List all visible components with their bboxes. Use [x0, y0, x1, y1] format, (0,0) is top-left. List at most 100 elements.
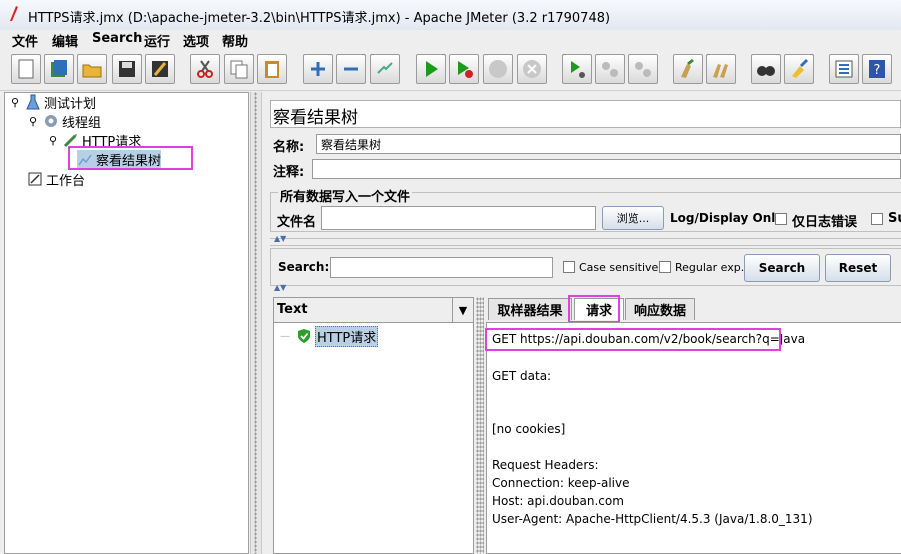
highlight-box-tree	[68, 146, 193, 170]
name-label: 名称:	[273, 140, 305, 155]
jmeter-logo-icon	[10, 6, 18, 21]
workbench-icon	[28, 172, 42, 186]
tree-label-workbench: 工作台	[46, 173, 86, 189]
reset-search-button[interactable]	[784, 54, 814, 84]
tree-label-thread-group: 线程组	[62, 115, 102, 131]
gear-icon	[45, 115, 57, 127]
open-button[interactable]	[77, 54, 107, 84]
save-button[interactable]	[112, 54, 142, 84]
clear-all-button[interactable]	[706, 54, 736, 84]
divider-arrows-icon[interactable]: ▲▼	[274, 234, 286, 243]
templates-icon	[51, 60, 67, 77]
tree-node-workbench[interactable]: 工作台	[27, 170, 86, 189]
filename-label: 文件名	[277, 215, 317, 230]
tree-handle-icon[interactable]: ⚲	[29, 115, 43, 128]
comment-label: 注释:	[273, 165, 305, 180]
menu-options[interactable]: 选项	[183, 31, 209, 50]
remote-exit-button[interactable]	[628, 54, 658, 84]
start-no-pauses-button[interactable]	[449, 54, 479, 84]
copy-button[interactable]	[224, 54, 254, 84]
regex-checkbox[interactable]	[659, 261, 671, 273]
menu-edit[interactable]: 编辑	[52, 31, 78, 50]
panel-title: 察看结果树	[273, 108, 358, 128]
cut-icon	[197, 60, 213, 78]
remote-start-icon	[571, 61, 585, 78]
clear-all-icon	[713, 64, 728, 78]
log-display-label: Log/Display Only:	[670, 211, 788, 225]
search-input[interactable]	[330, 257, 553, 278]
clear-button[interactable]	[673, 54, 703, 84]
menu-bar: 文件 编辑 Search 运行 选项 帮助	[0, 30, 901, 50]
new-button[interactable]	[11, 54, 41, 84]
results-splitter[interactable]	[476, 297, 484, 554]
paste-button[interactable]	[257, 54, 287, 84]
tree-label-test-plan: 测试计划	[44, 96, 97, 112]
sample-result-list: Text ▼ — HTTP请求	[273, 297, 474, 554]
toggle-button[interactable]	[370, 54, 400, 84]
name-input[interactable]: 察看结果树	[316, 134, 901, 154]
successes-only-checkbox[interactable]	[871, 213, 883, 225]
templates-button[interactable]	[44, 54, 74, 84]
filename-input[interactable]	[321, 206, 596, 230]
menu-help[interactable]: 帮助	[222, 31, 248, 50]
expand-all-button[interactable]	[303, 54, 333, 84]
remote-stop-icon	[602, 62, 618, 77]
menu-file[interactable]: 文件	[12, 31, 38, 50]
reset-button[interactable]: Reset	[825, 254, 891, 282]
reset-search-icon	[792, 58, 809, 78]
search-icon	[757, 66, 775, 76]
clear-icon	[681, 58, 694, 78]
function-helper-icon	[835, 60, 853, 78]
case-sensitive-checkbox[interactable]	[563, 261, 575, 273]
save-as-button[interactable]	[145, 54, 175, 84]
menu-search[interactable]: Search	[92, 31, 142, 46]
highlight-box-request-line	[485, 328, 781, 351]
start-button[interactable]	[416, 54, 446, 84]
function-helper-button[interactable]	[829, 54, 859, 84]
request-text-area[interactable]: GET https://api.douban.com/v2/book/searc…	[486, 322, 901, 554]
search-button[interactable]: Search	[744, 254, 820, 282]
section-divider[interactable]: ▲▼	[270, 283, 901, 294]
renderer-select[interactable]: Text ▼	[274, 298, 473, 323]
stop-button[interactable]	[483, 54, 513, 84]
sample-result-item[interactable]: — HTTP请求	[280, 325, 379, 347]
tab-response-data[interactable]: 响应数据	[625, 298, 695, 320]
highlight-box-request-tab	[568, 295, 620, 323]
cut-button[interactable]	[190, 54, 220, 84]
divider-arrows-icon[interactable]: ▲▼	[274, 283, 286, 292]
cookies-line: [no cookies]	[492, 422, 566, 436]
check-shield-icon	[298, 329, 310, 343]
browse-button[interactable]: 浏览...	[602, 206, 664, 230]
tree-node-thread-group[interactable]: ⚲ 线程组	[29, 112, 102, 131]
expand-icon	[311, 62, 325, 76]
search-label: Search:	[278, 260, 330, 274]
remote-start-button[interactable]	[562, 54, 592, 84]
shutdown-button[interactable]	[517, 54, 547, 84]
section-divider[interactable]: ▲▼	[270, 234, 901, 246]
paste-icon	[265, 61, 279, 78]
tree-node-test-plan[interactable]: ⚲ 测试计划	[11, 93, 97, 112]
search-button-toolbar[interactable]	[751, 54, 781, 84]
tree-handle-icon[interactable]: ⚲	[11, 96, 25, 109]
tree-line-icon: —	[280, 330, 290, 342]
comment-input[interactable]	[312, 159, 901, 179]
toolbar: ?	[0, 50, 901, 91]
view-results-tree-panel: 察看结果树 名称: 察看结果树 注释: 所有数据写入一个文件 文件名 浏览...…	[262, 92, 901, 554]
test-plan-tree: ⚲ 测试计划 ⚲ 线程组 ⚲ HTTP请求 察看结果树 工作台	[4, 92, 249, 554]
collapse-all-button[interactable]	[336, 54, 366, 84]
remote-stop-button[interactable]	[595, 54, 625, 84]
menu-run[interactable]: 运行	[144, 31, 170, 50]
main-splitter[interactable]	[250, 92, 262, 554]
errors-only-checkbox[interactable]	[775, 213, 787, 225]
svg-text:?: ?	[874, 63, 881, 78]
header-user-agent: User-Agent: Apache-HttpClient/4.5.3 (Jav…	[492, 512, 813, 526]
tree-handle-icon[interactable]: ⚲	[49, 134, 63, 147]
help-button[interactable]: ?	[862, 54, 892, 84]
file-section-title: 所有数据写入一个文件	[278, 186, 413, 205]
header-connection: Connection: keep-alive	[492, 476, 630, 490]
tab-sampler-result[interactable]: 取样器结果	[488, 298, 572, 320]
chevron-down-icon[interactable]: ▼	[452, 298, 473, 322]
shutdown-icon	[523, 60, 541, 78]
open-icon	[82, 64, 102, 78]
errors-only-label: 仅日志错误	[792, 215, 858, 230]
